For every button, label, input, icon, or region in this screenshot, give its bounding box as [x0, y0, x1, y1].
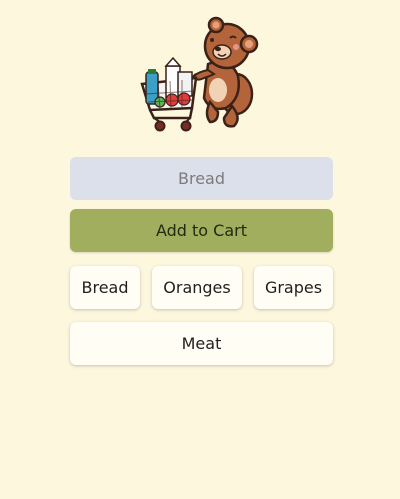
- bear-shopping-cart-icon: [138, 14, 264, 140]
- suggestion-oranges-button[interactable]: Oranges: [152, 266, 242, 309]
- item-input[interactable]: [70, 157, 333, 200]
- suggestion-meat-button[interactable]: Meat: [70, 322, 333, 365]
- suggestion-grapes-button[interactable]: Grapes: [254, 266, 333, 309]
- add-to-cart-button[interactable]: Add to Cart: [70, 209, 333, 252]
- suggestion-bread-button[interactable]: Bread: [70, 266, 140, 309]
